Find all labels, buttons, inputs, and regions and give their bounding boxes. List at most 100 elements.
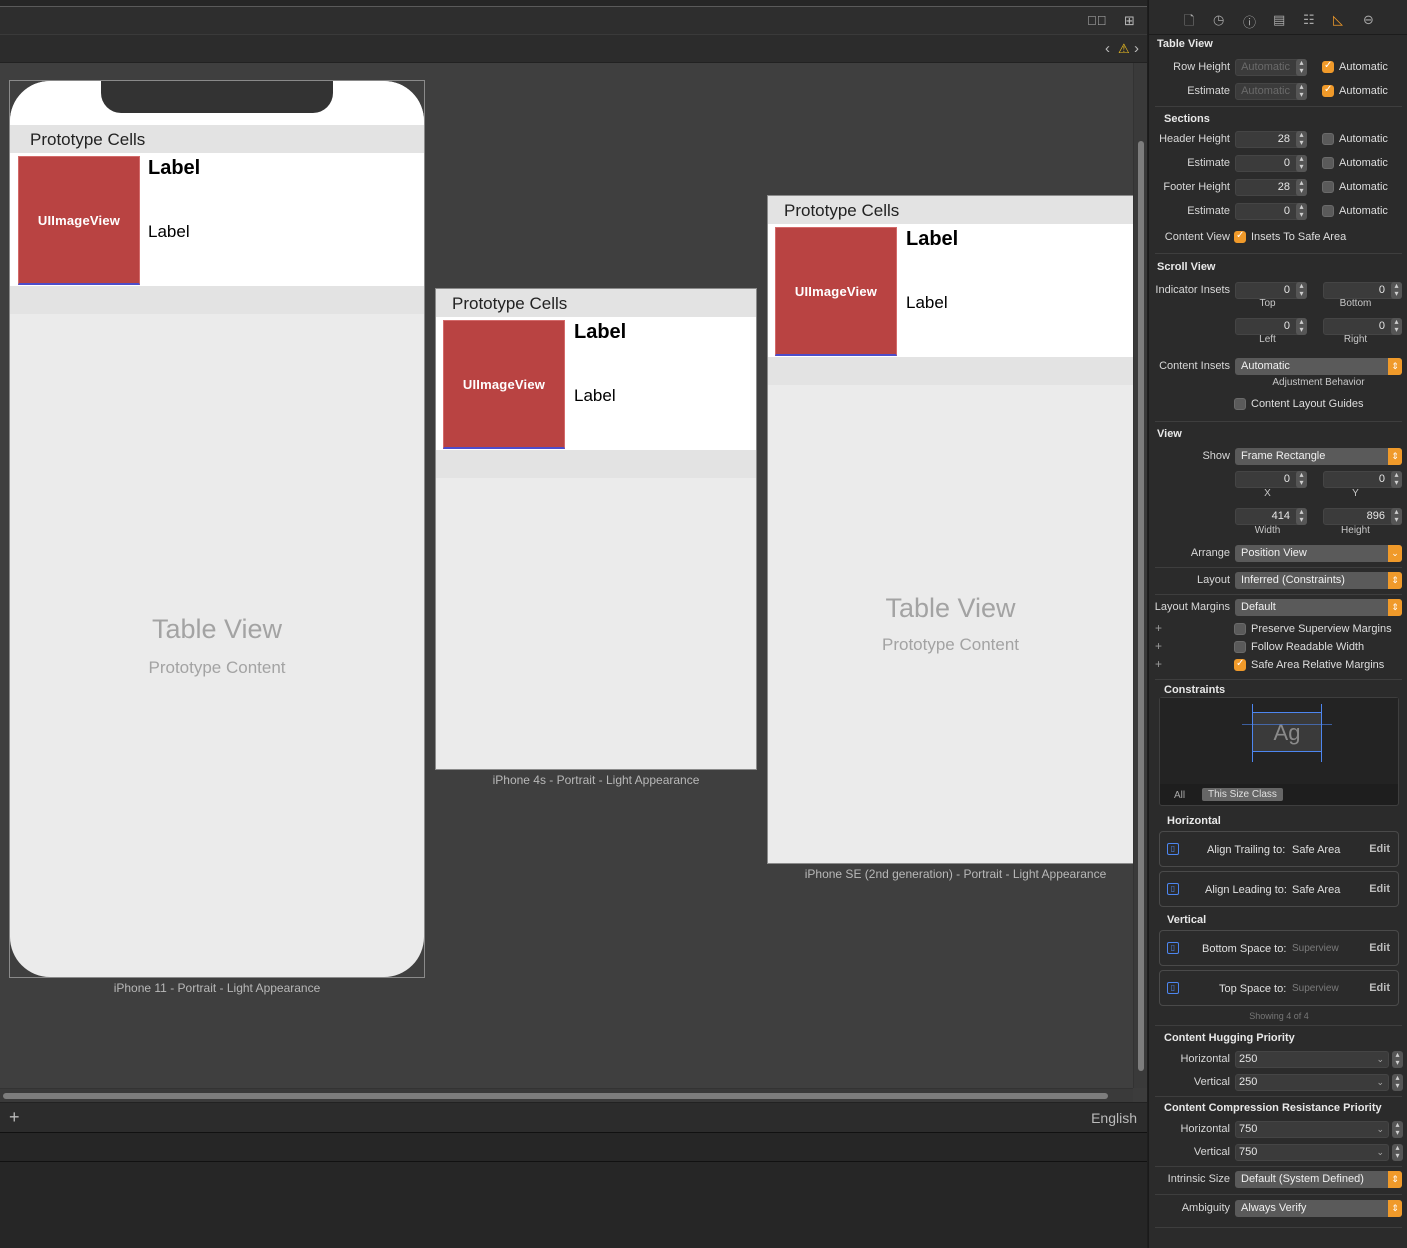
horizontal-scrollbar[interactable] [0,1088,1133,1102]
row-height-field[interactable]: Automatic ▴ ▾ [1235,59,1307,76]
compression-vertical-stepper[interactable]: ▴ ▾ [1392,1144,1403,1161]
footer-estimate-field[interactable]: 0 ▴ ▾ [1235,203,1307,220]
vertical-scrollbar[interactable] [1133,63,1147,1088]
cell-title-label[interactable]: Label [906,228,958,251]
header-height-automatic-checkbox[interactable] [1322,133,1334,145]
plus-icon[interactable]: + [1155,657,1162,671]
device-caption[interactable]: iPhone 11 - Portrait - Light Appearance [10,981,424,995]
cell-title-label[interactable]: Label [148,157,200,180]
compression-horizontal-stepper[interactable]: ▴ ▾ [1392,1121,1403,1138]
indicator-top-stepper[interactable]: ▴ ▾ [1296,282,1307,299]
add-editor-icon[interactable]: ⊞ [1124,13,1135,29]
indicator-bottom-stepper[interactable]: ▴ ▾ [1391,282,1402,299]
header-estimate-automatic-checkbox[interactable] [1322,157,1334,169]
cell-subtitle-label[interactable]: Label [574,386,616,406]
row-estimate-stepper[interactable]: ▴ ▾ [1296,83,1307,100]
row-estimate-field[interactable]: Automatic ▴ ▾ [1235,83,1307,100]
forward-icon[interactable]: › [1134,41,1139,57]
constraints-size-class-tab[interactable]: This Size Class [1202,788,1283,801]
prototype-cell[interactable]: UIImageView Label Label [436,317,756,450]
hugging-vertical-combo[interactable]: 250 ⌄ [1235,1074,1389,1091]
prototype-cell[interactable]: UIImageView Label Label [768,224,1133,357]
plus-icon[interactable]: + [9,1107,20,1128]
preserve-margins-checkbox[interactable] [1234,623,1246,635]
header-height-stepper[interactable]: ▴ ▾ [1296,131,1307,148]
constraint-bottom-row[interactable]: ▯ Bottom Space to: Superview Edit [1159,930,1399,966]
constraint-trailing-row[interactable]: ▯ Align Trailing to: Safe Area Edit [1159,831,1399,867]
width-stepper[interactable]: ▴ ▾ [1296,508,1307,525]
y-stepper[interactable]: ▴ ▾ [1391,471,1402,488]
constraint-top-edit-button[interactable]: Edit [1369,982,1390,994]
header-estimate-field[interactable]: 0 ▴ ▾ [1235,155,1307,172]
file-icon[interactable]: 🗋 [1184,12,1194,34]
warning-icon[interactable]: ⚠ [1118,41,1130,57]
device-caption[interactable]: iPhone SE (2nd generation) - Portrait - … [768,867,1133,881]
constraint-top-row[interactable]: ▯ Top Space to: Superview Edit [1159,970,1399,1006]
row-height-stepper[interactable]: ▴ ▾ [1296,59,1307,76]
indicator-bottom-field[interactable]: 0 ▴ ▾ [1323,282,1402,299]
safe-area-margins-checkbox[interactable] [1234,658,1246,671]
plus-icon[interactable]: + [1155,621,1162,635]
constraints-all-tab[interactable]: All [1174,790,1185,801]
cell-subtitle-label[interactable]: Label [148,222,190,242]
size-icon[interactable]: ◺ [1333,12,1343,28]
iphone-se-scene[interactable]: Prototype Cells UIImageView Label Label … [768,196,1133,863]
layout-margins-popup[interactable]: Default ⇕ [1235,599,1402,616]
intrinsic-size-popup[interactable]: Default (System Defined) ⇕ [1235,1171,1402,1188]
height-field[interactable]: 896 ▴ ▾ [1323,508,1402,525]
cell-title-label[interactable]: Label [574,321,626,344]
height-stepper[interactable]: ▴ ▾ [1391,508,1402,525]
horizontal-scroll-thumb[interactable] [3,1093,1108,1099]
constraints-preview[interactable]: Ag All This Size Class [1159,697,1399,806]
iphone-4s-scene[interactable]: Prototype Cells UIImageView Label Label [436,289,756,769]
plus-icon[interactable]: + [1155,639,1162,653]
indicator-left-stepper[interactable]: ▴ ▾ [1296,318,1307,335]
constraint-trailing-edit-button[interactable]: Edit [1369,843,1390,855]
readable-width-checkbox[interactable] [1234,641,1246,653]
x-field[interactable]: 0 ▴ ▾ [1235,471,1307,488]
footer-height-stepper[interactable]: ▴ ▾ [1296,179,1307,196]
content-layout-guides-checkbox[interactable] [1234,398,1246,410]
indicator-left-field[interactable]: 0 ▴ ▾ [1235,318,1307,335]
hugging-horizontal-combo[interactable]: 250 ⌄ [1235,1051,1389,1068]
storyboard-canvas[interactable]: Prototype Cells UIImageView Label Label … [0,63,1133,1088]
back-icon[interactable]: ‹ [1105,41,1110,57]
footer-estimate-stepper[interactable]: ▴ ▾ [1296,203,1307,220]
footer-height-automatic-checkbox[interactable] [1322,181,1334,193]
ambiguity-popup[interactable]: Always Verify ⇕ [1235,1200,1402,1217]
indicator-right-field[interactable]: 0 ▴ ▾ [1323,318,1402,335]
content-insets-popup[interactable]: Automatic ⇕ [1235,358,1402,375]
header-estimate-stepper[interactable]: ▴ ▾ [1296,155,1307,172]
hugging-vertical-stepper[interactable]: ▴ ▾ [1392,1074,1403,1091]
iphone-11-scene[interactable]: Prototype Cells UIImageView Label Label … [10,81,424,977]
cell-subtitle-label[interactable]: Label [906,293,948,313]
attributes-icon[interactable]: ☷ [1303,12,1315,28]
history-icon[interactable]: ◷ [1213,12,1224,28]
device-caption[interactable]: iPhone 4s - Portrait - Light Appearance [436,773,756,787]
header-height-field[interactable]: 28 ▴ ▾ [1235,131,1307,148]
identity-icon[interactable]: ▤ [1273,12,1285,28]
insets-safe-area-checkbox[interactable] [1234,230,1246,243]
vertical-scroll-thumb[interactable] [1138,141,1144,1071]
footer-estimate-automatic-checkbox[interactable] [1322,205,1334,217]
language-selector[interactable]: English [1091,1110,1137,1126]
prototype-cell[interactable]: UIImageView Label Label [10,153,424,286]
hugging-horizontal-stepper[interactable]: ▴ ▾ [1392,1051,1403,1068]
arrange-popup[interactable]: Position View ⌄ [1235,545,1402,562]
image-view[interactable]: UIImageView [443,320,565,449]
help-icon[interactable]: ⓘ [1243,12,1256,31]
indicator-top-field[interactable]: 0 ▴ ▾ [1235,282,1307,299]
indicator-right-stepper[interactable]: ▴ ▾ [1391,318,1402,335]
row-estimate-automatic-checkbox[interactable] [1322,84,1334,97]
image-view[interactable]: UIImageView [775,227,897,356]
compression-horizontal-combo[interactable]: 750 ⌄ [1235,1121,1389,1138]
compression-vertical-combo[interactable]: 750 ⌄ [1235,1144,1389,1161]
connections-icon[interactable]: ⊖ [1363,12,1374,28]
show-popup[interactable]: Frame Rectangle ⇕ [1235,448,1402,465]
constraint-leading-row[interactable]: ▯ Align Leading to: Safe Area Edit [1159,871,1399,907]
row-height-automatic-checkbox[interactable] [1322,60,1334,73]
width-field[interactable]: 414 ▴ ▾ [1235,508,1307,525]
constraint-bottom-edit-button[interactable]: Edit [1369,942,1390,954]
footer-height-field[interactable]: 28 ▴ ▾ [1235,179,1307,196]
x-stepper[interactable]: ▴ ▾ [1296,471,1307,488]
